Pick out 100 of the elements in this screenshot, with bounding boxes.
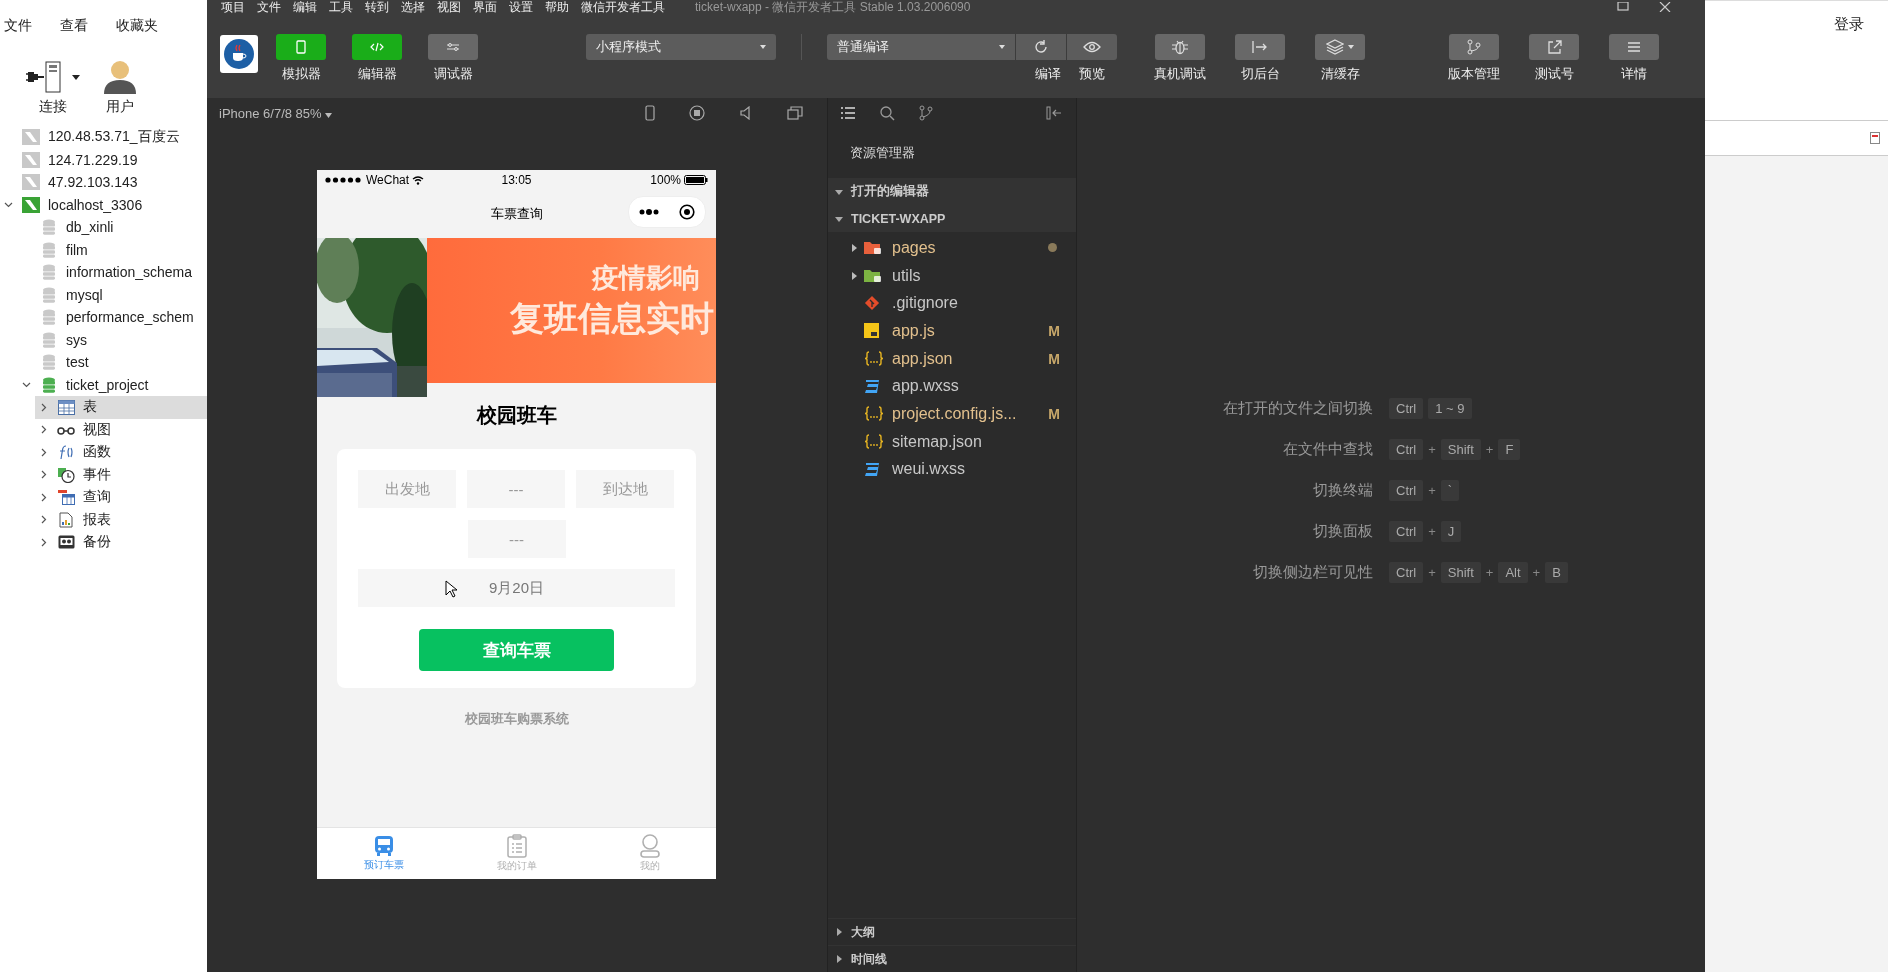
capsule-menu[interactable] [628,196,706,228]
tree-item[interactable]: performance_schem [18,306,207,329]
user-button[interactable]: 用户 [96,60,144,120]
search-icon[interactable] [880,105,895,121]
collapse-panel-icon[interactable] [1046,106,1062,120]
menu-item[interactable]: 编辑 [293,0,317,16]
tree-item[interactable]: 报表 [35,508,207,531]
avatar[interactable] [220,35,258,73]
tab-bar-item[interactable]: 预订车票 [317,828,450,879]
view-toggle-button[interactable] [276,34,326,60]
menu-item[interactable]: 文件 [4,17,32,35]
device-selector[interactable]: iPhone 6/7/8 85% [219,105,333,121]
tool-button[interactable] [1529,34,1579,60]
tree-item[interactable]: 表 [35,396,207,419]
js-file-icon [864,323,879,339]
tree-item[interactable]: mysql [18,283,207,306]
tree-item[interactable]: film [18,238,207,261]
caret-icon [325,112,333,118]
menu-item[interactable]: 收藏夹 [116,17,158,35]
compile-dropdown[interactable]: 普通编译 [827,34,1015,60]
close-icon[interactable] [679,204,695,220]
tree-item[interactable]: db_xinli [18,216,207,239]
menu-item[interactable]: 查看 [60,17,88,35]
tree-item[interactable]: 124.71.229.19 [0,148,207,171]
file-item[interactable]: app.wxss [828,372,1076,401]
tool-button[interactable] [1235,34,1285,60]
section-header[interactable]: 打开的编辑器 [828,178,1076,205]
compile-button[interactable] [1016,34,1066,60]
menu-item[interactable]: 文件 [257,0,281,16]
phone-icon[interactable] [645,105,655,121]
file-item[interactable]: weui.wxss [828,455,1076,484]
menu-item[interactable]: 视图 [437,0,461,16]
chevron-icon[interactable] [3,200,13,210]
external-link-icon [1546,39,1562,55]
carrier-text: WeChat [366,173,410,187]
tree-item[interactable]: 事件 [35,463,207,486]
menu-item[interactable]: 界面 [473,0,497,16]
tool-button[interactable] [1609,34,1659,60]
tree-item[interactable]: 47.92.103.143 [0,171,207,194]
connect-button[interactable]: 连接 [20,60,86,120]
tool-button[interactable] [1449,34,1499,60]
tree-item[interactable]: ticket_project [18,373,207,396]
menu-item[interactable]: 帮助 [545,0,569,16]
tree-item[interactable]: sys [18,328,207,351]
list-icon[interactable] [840,106,856,120]
login-link[interactable]: 登录 [1834,15,1864,35]
tree-item[interactable]: 查询 [35,486,207,509]
menu-item[interactable]: 设置 [509,0,533,16]
toolbar-label: 编辑器 [357,65,397,83]
tree-item[interactable]: test [18,351,207,374]
tree-item[interactable]: localhost_3306 [0,193,207,216]
menu-item[interactable]: 项目 [221,0,245,16]
windows-icon[interactable] [787,106,803,120]
file-item[interactable]: project.config.js... M [828,400,1076,428]
tool-button[interactable] [1315,34,1365,60]
file-item[interactable]: app.json M [828,344,1076,373]
toolbar-label: 调试器 [433,65,473,83]
view-toggle-button[interactable] [352,34,402,60]
view-toggle-button[interactable] [428,34,478,60]
wifi-icon [412,175,425,185]
menu-item[interactable]: 工具 [329,0,353,16]
preview-button[interactable] [1067,34,1117,60]
mode-dropdown[interactable]: 小程序模式 [586,34,776,60]
file-item[interactable]: utils [828,261,1076,290]
key-cap: 1 ~ 9 [1428,398,1472,419]
tree-item[interactable]: information_schema [18,261,207,284]
file-item[interactable]: app.js M [828,317,1076,345]
database-icon [42,241,56,258]
triangle-icon[interactable] [850,271,858,280]
folder-icon [864,268,882,283]
maximize-icon[interactable] [1617,2,1629,12]
file-item[interactable]: .gitignore [828,289,1076,318]
menu-item[interactable]: 选择 [401,0,425,16]
file-item[interactable]: sitemap.json [828,427,1076,456]
branch-icon[interactable] [919,105,933,121]
more-icon[interactable] [639,209,659,215]
toolbar-label: 真机调试 [1154,65,1206,83]
file-item[interactable]: pages [828,234,1076,262]
date-picker-field[interactable]: 9月20日 [358,569,675,607]
branch-icon [1467,39,1481,55]
tree-item[interactable]: 视图 [35,418,207,441]
tree-item[interactable]: 120.48.53.71_百度云 [0,126,207,149]
caret-icon[interactable] [72,74,80,80]
status-letter: M [1048,322,1060,339]
tree-item[interactable]: 函数 [35,441,207,464]
triangle-icon[interactable] [850,243,858,252]
record-icon[interactable] [689,105,705,121]
chevron-icon[interactable] [21,380,31,390]
menu-item[interactable]: 微信开发者工具 [581,0,665,16]
battery-text: 100% [650,173,681,187]
arrow-icon [1251,40,1269,54]
shortcut-label: 切换侧边栏可见性 [1252,563,1373,582]
tool-button[interactable] [1155,34,1205,60]
tree-item[interactable]: 备份 [35,531,207,554]
menu-item[interactable]: 转到 [365,0,389,16]
section-header[interactable]: TICKET-WXAPP [828,205,1076,232]
database-icon [42,264,56,281]
function-icon [58,444,74,460]
speaker-icon[interactable] [739,106,753,120]
battery-icon [684,175,708,185]
